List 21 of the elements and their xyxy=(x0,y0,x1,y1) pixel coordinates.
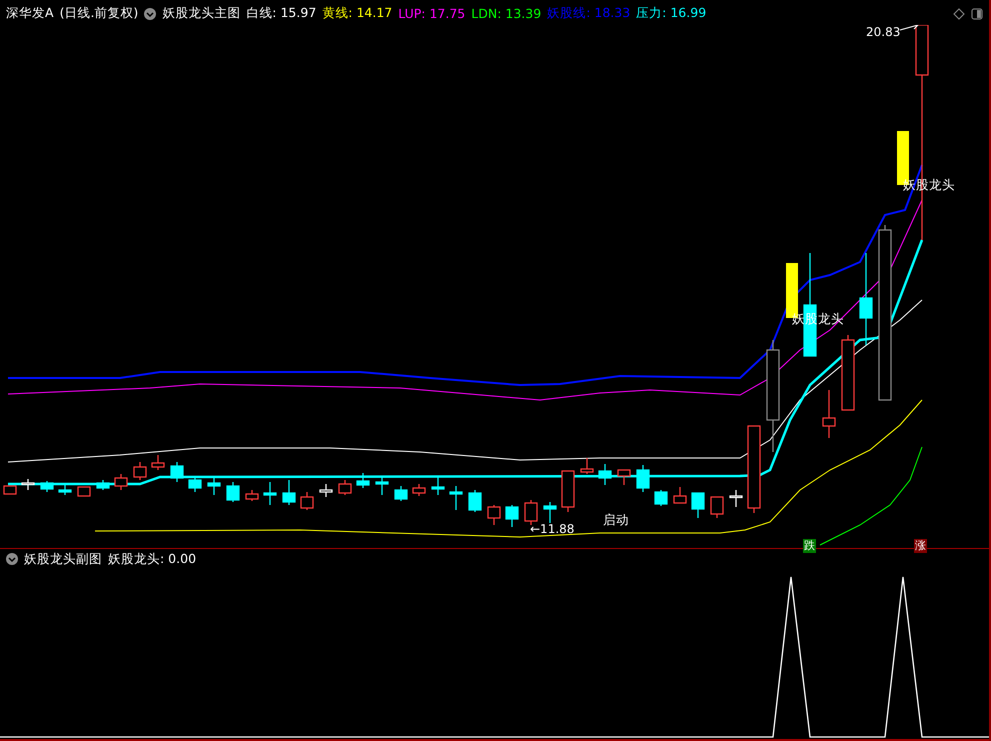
arrow-icon xyxy=(900,24,919,30)
indicator-readout: 黄线: 14.17 xyxy=(322,5,392,22)
signal-badge: 涨 xyxy=(914,538,927,553)
indicator-readout: LUP: 17.75 xyxy=(398,6,466,22)
indicator-name: 妖股龙头副图 xyxy=(24,550,102,568)
diamond-icon[interactable] xyxy=(953,8,965,20)
stock-name: 深华发A xyxy=(6,5,54,22)
low-price-label: ←11.88 xyxy=(530,522,574,536)
signal-annotation: 启动 xyxy=(603,512,629,529)
indicator-readout: 妖股龙头: 0.00 xyxy=(108,550,196,568)
indicator-readout: 妖股线: 18.33 xyxy=(547,5,630,22)
indicator-readout: LDN: 13.39 xyxy=(471,6,542,22)
indicator-readout: 压力: 16.99 xyxy=(636,5,706,22)
dropdown-icon[interactable] xyxy=(144,8,156,20)
high-price-label: 20.83 xyxy=(866,24,900,39)
indicator-name: 妖股龙头主图 xyxy=(162,5,240,22)
period-label: (日线.前复权) xyxy=(60,5,138,22)
indicator-readout: 白线: 15.97 xyxy=(246,5,316,22)
dropdown-icon[interactable] xyxy=(6,553,18,565)
signal-badge: 跌 xyxy=(803,538,816,553)
panel-toggle-icon[interactable] xyxy=(971,8,983,20)
